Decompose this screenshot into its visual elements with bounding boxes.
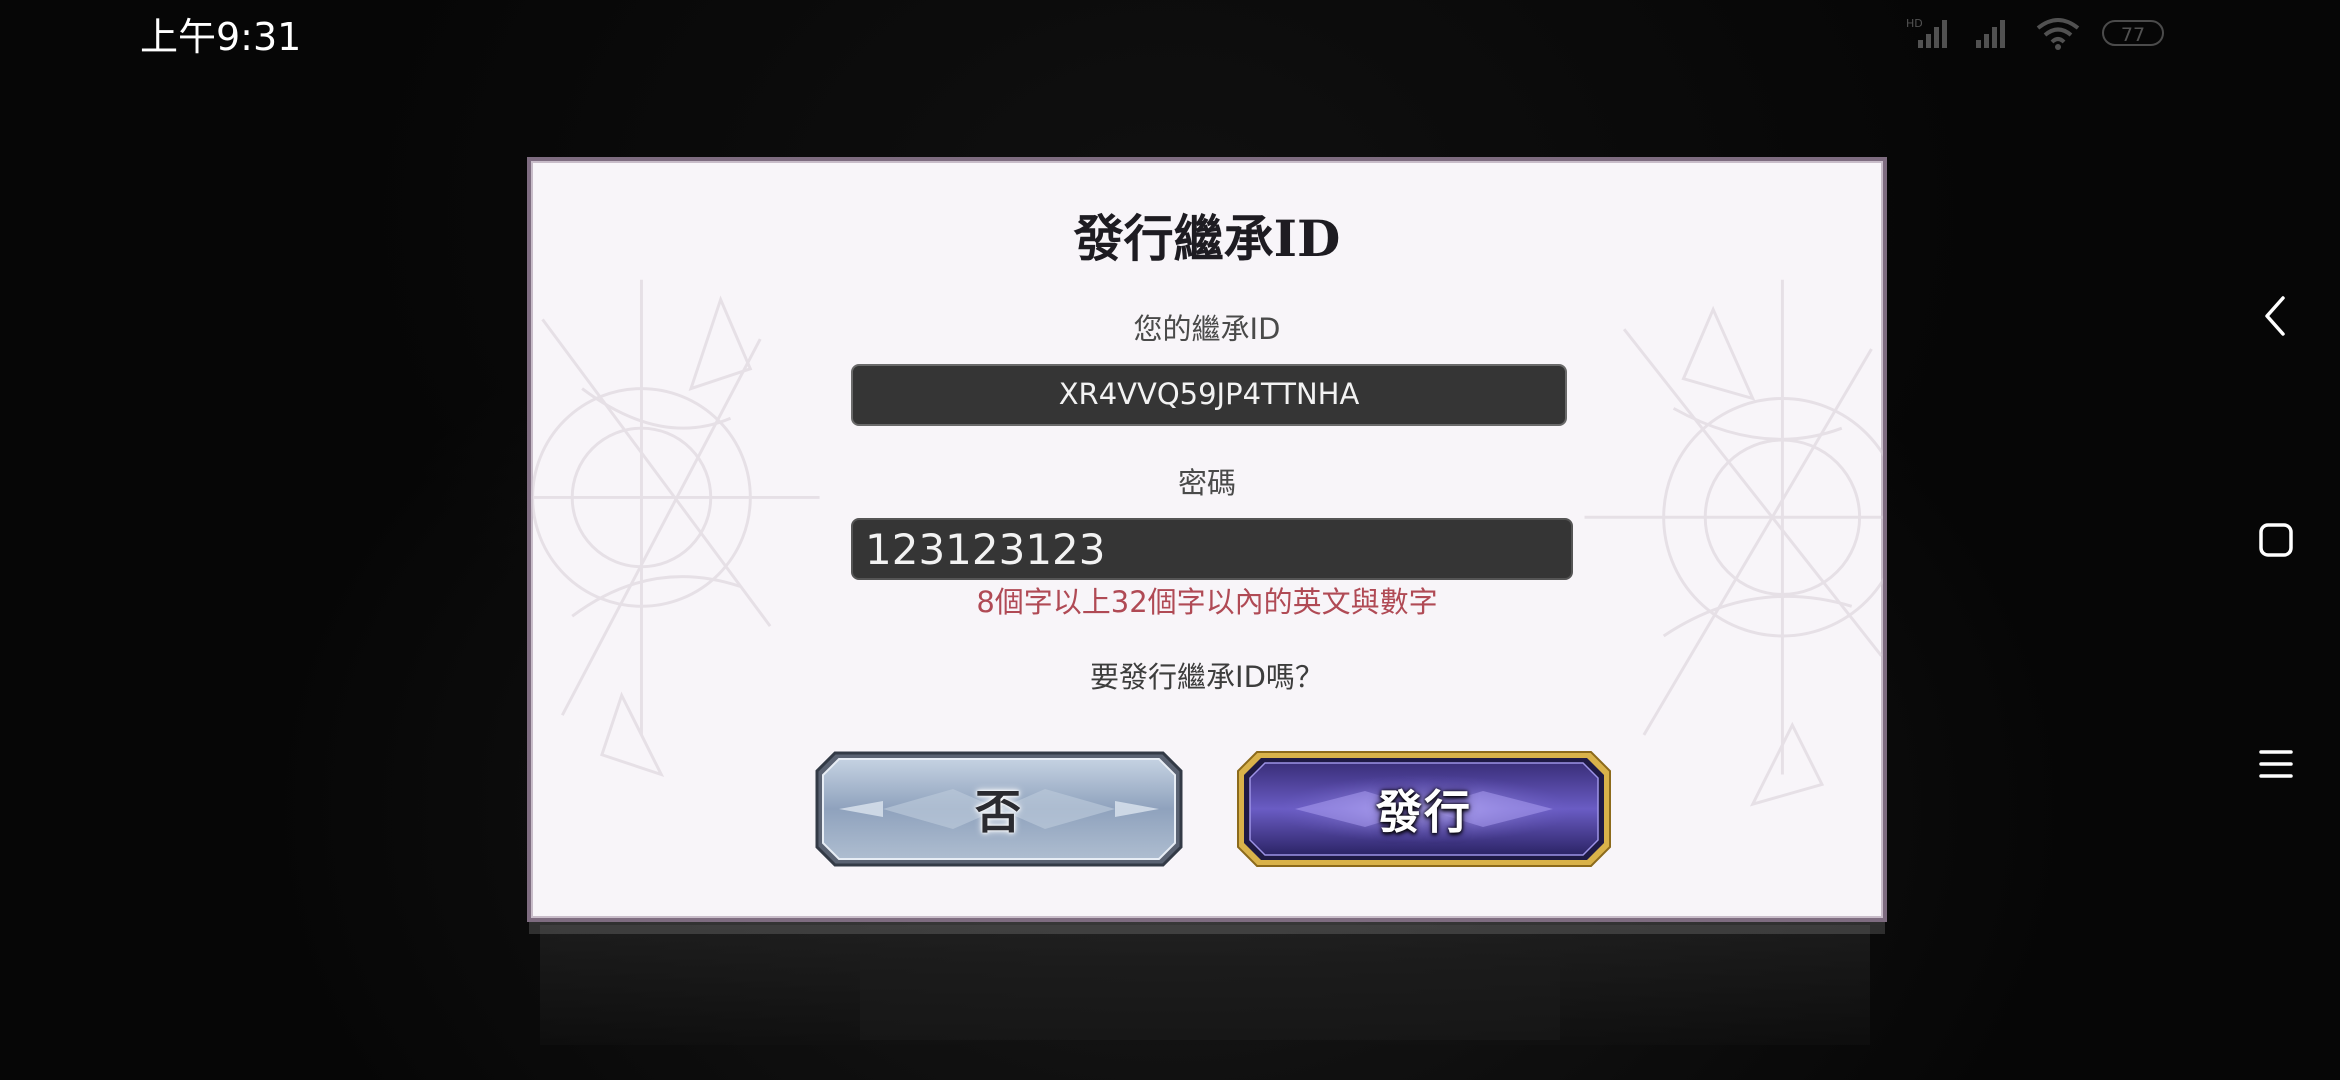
svg-text:HD: HD — [1906, 17, 1923, 30]
left-ornament-decoration — [531, 279, 820, 778]
inheritance-id-label: 您的繼承ID — [1133, 312, 1281, 346]
dialog-title: 發行繼承ID — [1073, 209, 1341, 268]
issue-button-label: 發行 — [1376, 785, 1472, 839]
issue-inheritance-id-dialog: 發行繼承ID 您的繼承ID XR4VVQ59JP4TTNHA 密碼 8個字以上3… — [527, 157, 1887, 922]
backdrop-floor-step — [860, 960, 1560, 1040]
battery-icon: 77 — [2102, 20, 2164, 46]
confirm-question: 要發行繼承ID嗎？ — [1090, 660, 1324, 694]
hd-signal-icon: HD — [1906, 16, 1952, 50]
issue-button[interactable]: 發行 — [1235, 749, 1613, 869]
password-hint: 8個字以上32個字以內的英文與數字 — [976, 585, 1438, 619]
password-input[interactable] — [851, 518, 1573, 580]
wifi-icon — [2036, 16, 2080, 50]
back-icon[interactable] — [2246, 286, 2306, 346]
status-time: 上午9:31 — [140, 15, 302, 59]
no-button[interactable]: 否 — [813, 749, 1185, 869]
signal-icon — [1974, 16, 2014, 50]
no-button-label: 否 — [975, 785, 1023, 839]
inheritance-id-value: XR4VVQ59JP4TTNHA — [851, 364, 1567, 426]
status-icons: HD 77 — [1906, 16, 2164, 50]
menu-icon[interactable] — [2246, 734, 2306, 794]
home-icon[interactable] — [2246, 510, 2306, 570]
password-label: 密碼 — [1177, 466, 1236, 500]
